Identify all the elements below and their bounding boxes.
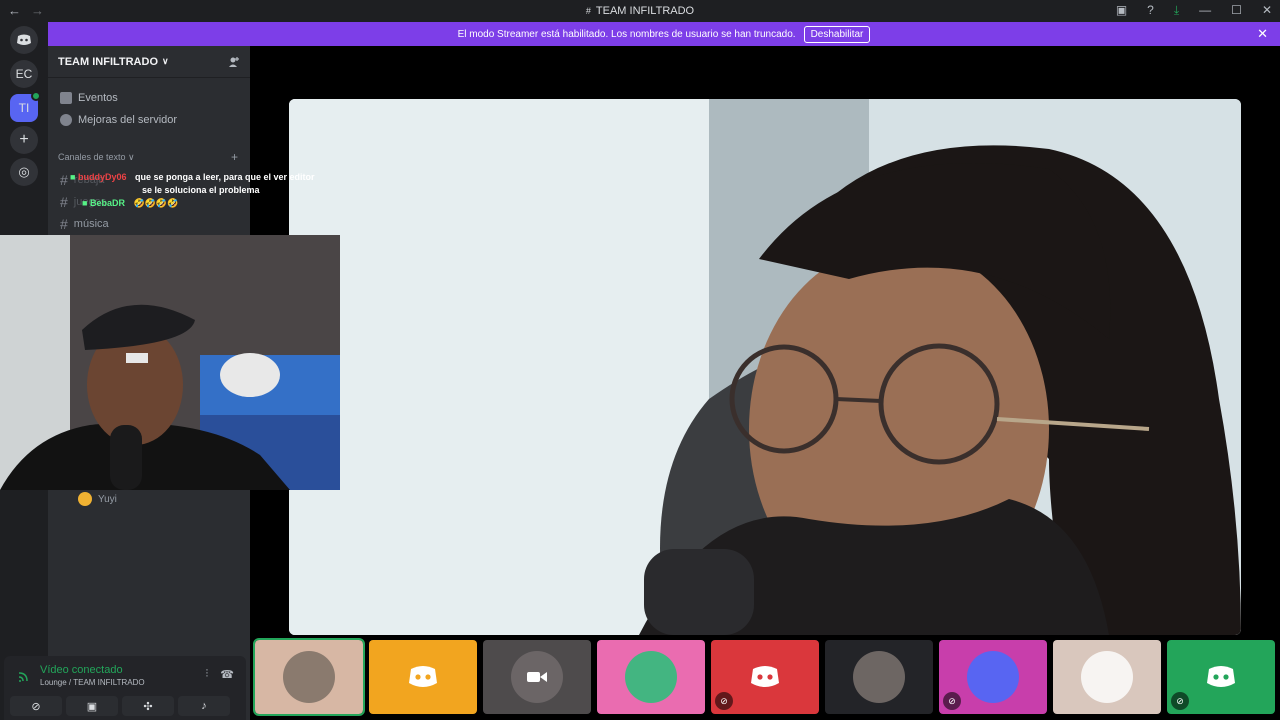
muted-icon: ⊘ [943,692,961,710]
streamer-webcam-overlay [0,235,340,490]
voice-location: Lounge / TEAM INFILTRADO [40,678,145,687]
hash-icon: # [60,216,68,232]
server-boost-label: Mejoras del servidor [78,114,178,126]
guild-ec-label: EC [15,67,33,81]
video-frame-graphic [289,99,1241,635]
inbox-icon[interactable]: ▣ [1116,3,1127,18]
download-icon[interactable]: ⤓ [1174,3,1179,18]
chat-message: se le soluciona el problema [142,185,260,195]
discord-logo-icon [397,651,449,703]
discord-home-icon[interactable] [10,26,38,54]
window-title-text: TEAM INFILTRADO [595,5,695,17]
guild-ec[interactable]: EC [10,60,38,88]
voice-controls: ⫶ ☎ [206,668,234,681]
server-name: TEAM INFILTRADO [58,55,159,68]
boost-icon [60,114,72,126]
participant-tile[interactable] [253,638,365,716]
voice-status[interactable]: Vídeo conectado [40,664,123,676]
add-server-icon[interactable]: + [10,126,38,154]
disable-button[interactable]: Deshabilitar [803,25,871,43]
guild-team-infiltrado[interactable]: TI [10,91,41,122]
voice-member-yuyi[interactable]: Yuyi [78,492,117,506]
webcam-frame-graphic [0,235,340,490]
discord-logo-icon [1195,651,1247,703]
server-boost-item[interactable]: Mejoras del servidor [60,114,177,126]
avatar [1081,651,1133,703]
voice-action-buttons: ⊘ ▣ ✣ ♪ [10,696,230,716]
channel-label: música [73,218,109,230]
main-video-feed[interactable] [289,99,1241,635]
calendar-icon [60,92,72,104]
participant-tile[interactable] [369,640,477,714]
noise-suppression-icon[interactable]: ⫶ [206,668,209,681]
maximize-icon[interactable]: ☐ [1231,3,1242,18]
soundboard-button[interactable]: ♪ [178,696,230,716]
participant-tile[interactable]: ⊘ [939,640,1047,714]
participant-tiles: ⊘ ⊘ ⊘ [253,638,1275,716]
discord-logo-icon [17,34,31,45]
voice-connection-panel: Vídeo conectado Lounge / TEAM INFILTRADO… [4,656,246,720]
avatar [853,651,905,703]
chat-text: que se ponga a leer, para que el ver edi… [134,172,315,182]
invite-user-icon[interactable] [228,56,240,68]
activity-badge [31,91,41,101]
chevron-down-icon: ∨ [162,56,169,66]
hash-icon: # [60,172,68,188]
activities-button[interactable]: ✣ [122,696,174,716]
chat-message: ■ buddyDy06 que se ponga a leer, para qu… [70,172,315,182]
participant-tile[interactable] [825,640,933,714]
chat-message: ■ BebaDR 🤣🤣🤣🤣 [82,198,178,209]
chat-badge-icon: ■ [70,172,76,182]
explore-icon[interactable]: ◎ [10,158,38,186]
thread-icon: # [585,6,591,16]
signal-strength-icon[interactable] [18,670,30,682]
chat-text: 🤣🤣🤣🤣 [133,198,179,208]
guild-ti-label: TI [18,101,30,115]
muted-icon: ⊘ [715,692,733,710]
participant-tile[interactable]: ⊘ [711,640,819,714]
server-header[interactable]: TEAM INFILTRADO ∨ [48,46,250,78]
close-banner-icon[interactable]: ✕ [1257,26,1268,42]
screen-share-button[interactable]: ▣ [66,696,118,716]
chat-text: se le soluciona el problema [142,185,260,195]
window-titlebar: ← → # TEAM INFILTRADO ▣ ? ⤓ — ☐ ✕ [0,0,1280,22]
participant-tile[interactable]: ⊘ [1167,640,1275,714]
disconnect-icon[interactable]: ☎ [220,668,234,681]
hash-icon: # [60,194,68,210]
window-title: # TEAM INFILTRADO [0,5,1280,17]
participant-tile[interactable] [1053,640,1161,714]
category-label: Canales de texto [58,152,126,162]
avatar [283,651,335,703]
participant-tile[interactable] [597,640,705,714]
camera-toggle-button[interactable]: ⊘ [10,696,62,716]
discord-logo-icon [739,651,791,703]
text-channels-category[interactable]: Canales de texto ∨ [58,152,135,163]
avatar [78,492,92,506]
chat-badge-icon: ■ [82,198,88,208]
camera-off-icon [511,651,563,703]
help-icon[interactable]: ? [1147,3,1154,18]
banner-text: El modo Streamer está habilitado. Los no… [457,28,796,40]
window-controls: ▣ ? ⤓ — ☐ ✕ [1116,3,1272,18]
participant-tile[interactable] [483,640,591,714]
events-label: Eventos [78,92,118,104]
muted-icon: ⊘ [1171,692,1189,710]
create-channel-icon[interactable]: + [231,150,238,164]
close-window-icon[interactable]: ✕ [1262,3,1272,18]
voice-member-name: Yuyi [98,493,117,505]
chat-username: BebaDR [89,198,125,208]
chat-username: buddyDy06 [77,172,127,182]
events-item[interactable]: Eventos [60,92,118,104]
channel-musica[interactable]: # música [60,216,109,232]
avatar [625,651,677,703]
minimize-icon[interactable]: — [1199,3,1211,18]
streamer-mode-banner: El modo Streamer está habilitado. Los no… [48,22,1280,46]
avatar [967,651,1019,703]
